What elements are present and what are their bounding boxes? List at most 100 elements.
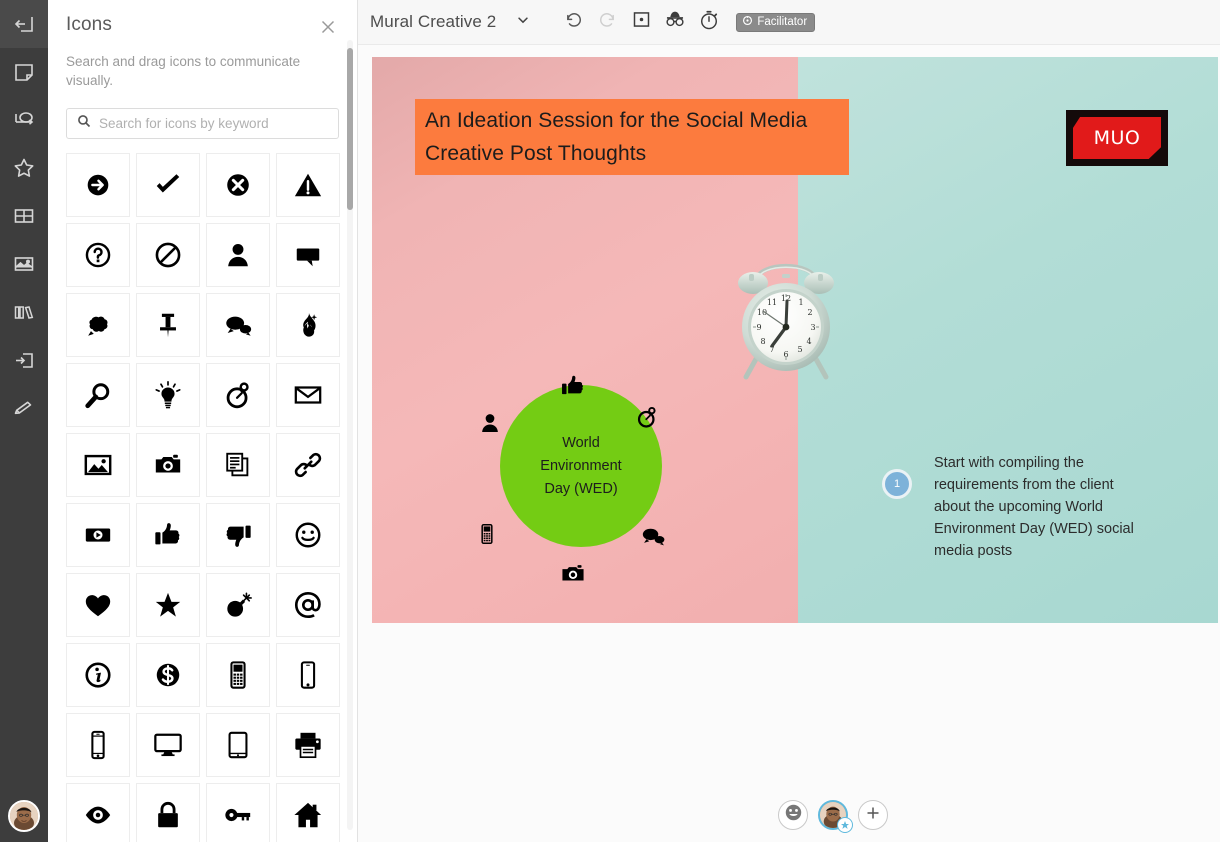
rail-item-back-arrow[interactable] xyxy=(0,0,48,48)
reactions-button[interactable] xyxy=(778,800,808,830)
icon-cell-warning-triangle[interactable] xyxy=(276,153,340,217)
arrow-right-circle-icon xyxy=(83,170,113,200)
rail-item-frameworks[interactable] xyxy=(0,192,48,240)
chevron-down-icon xyxy=(516,13,530,32)
icon-cell-heart[interactable] xyxy=(66,573,130,637)
icon-cell-checkmark[interactable] xyxy=(136,153,200,217)
icon-cell-home[interactable] xyxy=(276,783,340,842)
add-collaborator-button[interactable] xyxy=(858,800,888,830)
title-card-text: An Ideation Session for the Social Media… xyxy=(425,109,808,165)
facilitator-star-badge xyxy=(837,817,853,833)
icon-cell-pushpin[interactable] xyxy=(136,293,200,357)
icon-cell-tablet[interactable] xyxy=(206,713,270,777)
camera-icon xyxy=(153,450,183,480)
title-card[interactable]: An Ideation Session for the Social Media… xyxy=(415,99,849,175)
icon-cell-stopwatch[interactable] xyxy=(206,363,270,427)
board-image: An Ideation Session for the Social Media… xyxy=(372,57,1218,623)
rail-item-draw[interactable] xyxy=(0,384,48,432)
lightbulb-icon xyxy=(153,380,183,410)
smartphone-icon xyxy=(293,660,323,690)
at-sign-icon xyxy=(293,590,323,620)
icon-cell-link-chain[interactable] xyxy=(276,433,340,497)
rail-item-import-file[interactable] xyxy=(0,336,48,384)
svg-text:3: 3 xyxy=(810,323,815,332)
icon-cell-printer[interactable] xyxy=(276,713,340,777)
icon-cell-feature-phone[interactable] xyxy=(206,643,270,707)
x-circle-icon xyxy=(223,170,253,200)
icon-cell-at-sign[interactable] xyxy=(276,573,340,637)
icon-cell-magnifier[interactable] xyxy=(66,363,130,427)
note-step-badge[interactable]: 1 xyxy=(882,469,912,499)
rail-item-icons[interactable] xyxy=(0,144,48,192)
undo-icon xyxy=(563,9,584,35)
search-box[interactable] xyxy=(66,108,339,139)
icon-cell-camera[interactable] xyxy=(136,433,200,497)
smiley-face-icon xyxy=(293,520,323,550)
icon-cell-picture-frame[interactable] xyxy=(66,433,130,497)
mural-menu-button[interactable] xyxy=(506,5,540,39)
icon-cell-flame[interactable] xyxy=(276,293,340,357)
panel-subtitle: Search and drag icons to communicate vis… xyxy=(66,54,301,88)
icon-cell-star[interactable] xyxy=(136,573,200,637)
icon-cell-desktop-monitor[interactable] xyxy=(136,713,200,777)
pencil-icon xyxy=(12,396,36,420)
mural-title[interactable]: Mural Creative 2 xyxy=(370,12,496,32)
rail-item-library[interactable] xyxy=(0,288,48,336)
icon-cell-two-speech-bubbles[interactable] xyxy=(206,293,270,357)
icon-cell-thumbs-up[interactable] xyxy=(136,503,200,567)
note-text[interactable]: Start with compiling the requirements fr… xyxy=(934,452,1152,562)
summon-button[interactable] xyxy=(658,5,692,39)
two-speech-bubbles-icon xyxy=(223,310,253,340)
wed-line-1: World xyxy=(562,434,600,451)
close-icon[interactable] xyxy=(317,16,339,38)
icon-cell-padlock[interactable] xyxy=(136,783,200,842)
icon-cell-mobile-phone[interactable] xyxy=(66,713,130,777)
icon-cell-bomb[interactable] xyxy=(206,573,270,637)
icon-cell-speech-bubble[interactable] xyxy=(276,223,340,287)
mural-canvas[interactable]: An Ideation Session for the Social Media… xyxy=(358,45,1220,842)
icon-cell-person[interactable] xyxy=(206,223,270,287)
panel-title: Icons xyxy=(66,14,112,35)
rail-item-sticky-note[interactable] xyxy=(0,48,48,96)
search-input[interactable] xyxy=(99,116,328,131)
outline-view-button[interactable] xyxy=(624,5,658,39)
collaborator-me[interactable] xyxy=(818,800,853,833)
icon-cell-info-circle[interactable] xyxy=(66,643,130,707)
left-toolbar-rail xyxy=(0,0,48,842)
grid-framework-icon xyxy=(12,204,36,228)
icon-cell-dollar-circle[interactable] xyxy=(136,643,200,707)
person-icon xyxy=(478,411,502,440)
stopwatch-icon xyxy=(223,380,253,410)
redo-button[interactable] xyxy=(590,5,624,39)
svg-text:5: 5 xyxy=(797,345,802,354)
facilitator-badge[interactable]: Facilitator xyxy=(736,12,816,32)
star-icon xyxy=(12,156,36,180)
rail-item-shapes-connector[interactable] xyxy=(0,96,48,144)
icon-cell-arrow-right-circle[interactable] xyxy=(66,153,130,217)
icon-cell-key[interactable] xyxy=(206,783,270,842)
wed-line-3: Day (WED) xyxy=(544,480,618,497)
icon-cell-eye[interactable] xyxy=(66,783,130,842)
icon-cell-documents[interactable] xyxy=(206,433,270,497)
icon-cell-question-circle[interactable] xyxy=(66,223,130,287)
icon-cell-video-play[interactable] xyxy=(66,503,130,567)
icon-cell-thought-cloud[interactable] xyxy=(66,293,130,357)
panel-scrollbar-thumb[interactable] xyxy=(347,48,353,210)
padlock-icon xyxy=(153,800,183,830)
svg-text:1: 1 xyxy=(798,298,803,307)
undo-button[interactable] xyxy=(556,5,590,39)
icon-cell-envelope[interactable] xyxy=(276,363,340,427)
svg-text:6: 6 xyxy=(783,350,788,359)
rail-user-avatar[interactable] xyxy=(8,800,40,832)
icon-cell-no-entry[interactable] xyxy=(136,223,200,287)
icon-cell-lightbulb[interactable] xyxy=(136,363,200,427)
icon-cell-smartphone[interactable] xyxy=(276,643,340,707)
timer-button[interactable] xyxy=(692,5,726,39)
icon-cell-thumbs-down[interactable] xyxy=(206,503,270,567)
svg-text:4: 4 xyxy=(806,337,811,346)
rail-item-images[interactable] xyxy=(0,240,48,288)
icon-cell-x-circle[interactable] xyxy=(206,153,270,217)
tablet-icon xyxy=(223,730,253,760)
bomb-icon xyxy=(223,590,253,620)
icon-cell-smiley-face[interactable] xyxy=(276,503,340,567)
